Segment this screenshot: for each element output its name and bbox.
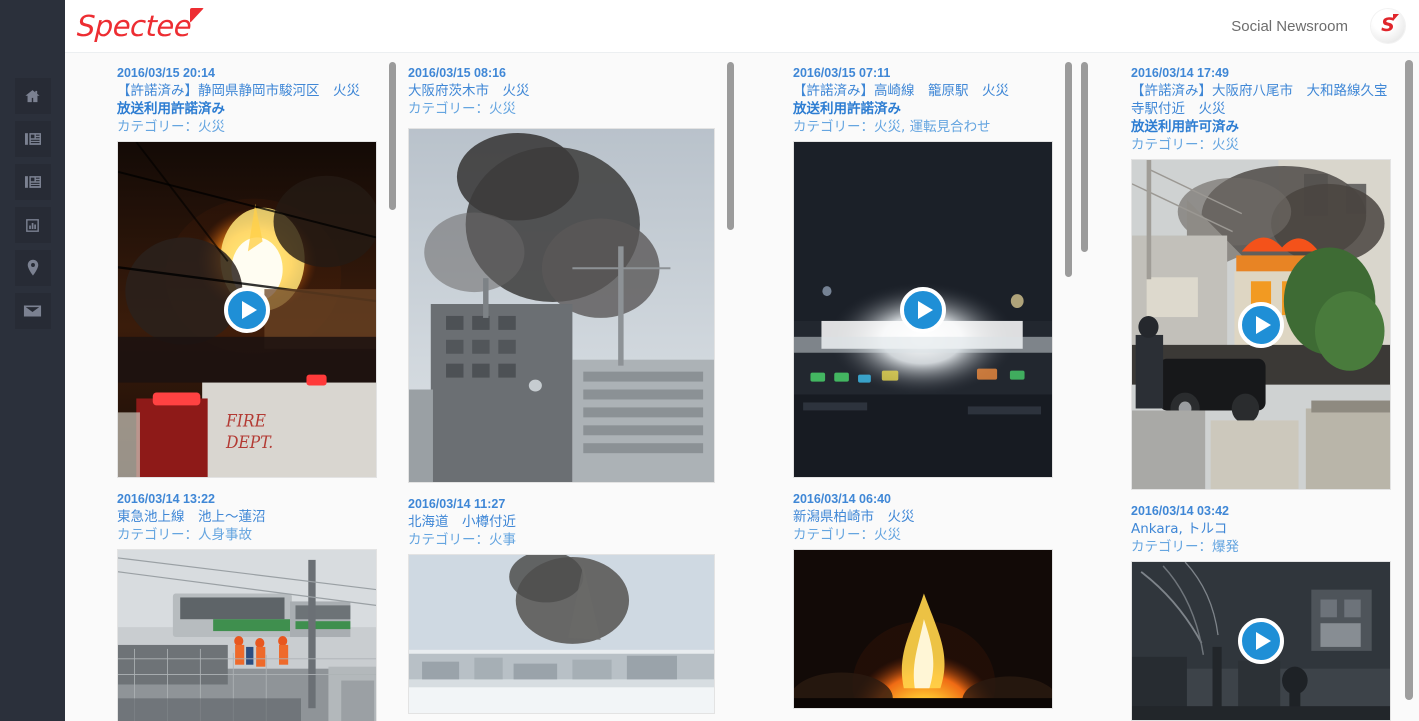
card-media[interactable] xyxy=(1131,159,1391,490)
card-media[interactable] xyxy=(117,549,377,721)
app-root: Spectee Social Newsroom S 2016/03/15 20:… xyxy=(0,0,1419,721)
brand-logo[interactable]: Spectee xyxy=(76,6,205,46)
card-title: 【許諾済み】大阪府八尾市 大和路線久宝寺駅付近 火災 xyxy=(1131,83,1388,117)
card-category: カテゴリー：火災 xyxy=(408,101,516,117)
home-icon xyxy=(25,89,40,102)
card-title: 【許諾済み】高崎線 籠原駅 火災 xyxy=(793,83,1009,99)
card-media[interactable] xyxy=(793,141,1053,478)
feed-card[interactable]: 2016/03/15 20:14 【許諾済み】静岡県静岡市駿河区 火災 放送利用… xyxy=(65,60,403,480)
card-badge: 放送利用許諾済み xyxy=(793,101,901,117)
svg-text:DEPT.: DEPT. xyxy=(225,433,273,453)
play-button[interactable] xyxy=(1238,301,1284,348)
avatar[interactable]: S xyxy=(1371,9,1405,43)
card-photo xyxy=(794,550,1052,708)
app-header: Spectee Social Newsroom S xyxy=(65,0,1419,53)
card-title: 北海道 小樽付近 xyxy=(408,514,516,530)
feed-column-1[interactable]: 2016/03/15 20:14 【許諾済み】静岡県静岡市駿河区 火災 放送利用… xyxy=(65,53,403,721)
card-title: 【許諾済み】静岡県静岡市駿河区 火災 xyxy=(117,83,360,99)
card-media[interactable] xyxy=(408,128,715,483)
card-category: カテゴリー：火災 xyxy=(793,527,901,543)
card-media[interactable] xyxy=(1131,561,1391,721)
card-timestamp: 2016/03/15 07:11 xyxy=(793,66,891,80)
map-pin-icon xyxy=(27,259,38,276)
column-scrollbar[interactable] xyxy=(1081,62,1088,252)
sidebar-item-analytics[interactable] xyxy=(14,207,51,243)
card-media[interactable]: FIRE DEPT. xyxy=(117,141,377,478)
sidebar-item-mail[interactable] xyxy=(14,293,51,329)
avatar-swoosh-icon xyxy=(1393,14,1399,21)
card-category: カテゴリー：火災 xyxy=(117,119,225,135)
card-media[interactable] xyxy=(408,554,715,714)
news-feed-icon xyxy=(24,133,41,145)
feed-column-3[interactable]: 2016/03/15 07:11 【許諾済み】高崎線 籠原駅 火災 放送利用許諾… xyxy=(741,53,1079,721)
card-badge: 放送利用許可済み xyxy=(1131,119,1239,135)
card-category: カテゴリー：火事 xyxy=(408,532,516,548)
mail-envelope-icon xyxy=(23,305,42,317)
svg-text:FIRE: FIRE xyxy=(225,411,266,431)
sidebar xyxy=(0,0,65,721)
card-photo xyxy=(409,555,714,713)
column-scrollbar[interactable] xyxy=(727,62,734,230)
card-title: 東急池上線 池上〜蓮沼 xyxy=(117,509,266,525)
page-scrollbar[interactable] xyxy=(1405,60,1413,700)
card-media[interactable] xyxy=(793,549,1053,709)
column-scrollbar[interactable] xyxy=(1065,62,1072,277)
feed-card[interactable]: 2016/03/14 06:40 新潟県柏崎市 火災 カテゴリー：火災 xyxy=(741,486,1079,711)
page-title: Social Newsroom xyxy=(1231,17,1348,35)
play-button[interactable] xyxy=(900,286,946,333)
card-timestamp: 2016/03/15 20:14 xyxy=(117,66,216,80)
card-title: Ankara, トルコ xyxy=(1131,521,1228,537)
feed-card[interactable]: 2016/03/14 13:22 東急池上線 池上〜蓮沼 カテゴリー：人身事故 xyxy=(65,486,403,721)
column-scrollbar[interactable] xyxy=(389,62,396,210)
feed-card[interactable]: 2016/03/14 03:42 Ankara, トルコ カテゴリー：爆発 xyxy=(1079,498,1417,721)
columns-board[interactable]: 2016/03/15 20:14 【許諾済み】静岡県静岡市駿河区 火災 放送利用… xyxy=(65,53,1419,721)
sidebar-item-map[interactable] xyxy=(14,250,51,286)
card-category: カテゴリー：爆発 xyxy=(1131,539,1239,555)
feed-card[interactable]: 2016/03/15 08:16 大阪府茨木市 火災 カテゴリー：火災 xyxy=(403,60,741,485)
card-timestamp: 2016/03/14 13:22 xyxy=(117,492,216,506)
card-title: 新潟県柏崎市 火災 xyxy=(793,509,915,525)
feed-column-2[interactable]: 2016/03/15 08:16 大阪府茨木市 火災 カテゴリー：火災 2016… xyxy=(403,53,741,721)
card-category: カテゴリー：火災 xyxy=(1131,137,1239,153)
card-timestamp: 2016/03/14 17:49 xyxy=(1131,66,1230,80)
card-category: カテゴリー：火災, 運転見合わせ xyxy=(793,119,991,135)
header-right: Social Newsroom S xyxy=(1231,9,1419,43)
brand-swoosh-icon xyxy=(190,8,205,23)
feed-column-4[interactable]: 2016/03/14 17:49 【許諾済み】大阪府八尾市 大和路線久宝寺駅付近… xyxy=(1079,53,1417,721)
card-photo xyxy=(409,129,714,482)
feed-card[interactable]: 2016/03/15 07:11 【許諾済み】高崎線 籠原駅 火災 放送利用許諾… xyxy=(741,60,1079,480)
play-button[interactable] xyxy=(224,286,270,333)
card-title: 大阪府茨木市 火災 xyxy=(408,83,530,99)
card-category: カテゴリー：人身事故 xyxy=(117,527,252,543)
card-timestamp: 2016/03/14 03:42 xyxy=(1131,504,1230,518)
card-badge: 放送利用許諾済み xyxy=(117,101,225,117)
card-timestamp: 2016/03/15 08:16 xyxy=(408,66,507,80)
play-button[interactable] xyxy=(1238,618,1284,664)
main-area: Spectee Social Newsroom S 2016/03/15 20:… xyxy=(65,0,1419,721)
card-photo xyxy=(118,550,376,721)
card-timestamp: 2016/03/14 06:40 xyxy=(793,492,892,506)
sidebar-item-articles[interactable] xyxy=(14,164,51,200)
sidebar-item-home[interactable] xyxy=(14,78,51,114)
feed-card[interactable]: 2016/03/14 17:49 【許諾済み】大阪府八尾市 大和路線久宝寺駅付近… xyxy=(1079,60,1417,492)
card-timestamp: 2016/03/14 11:27 xyxy=(408,497,506,511)
sidebar-item-news-feed[interactable] xyxy=(14,121,51,157)
analytics-chart-icon xyxy=(26,218,39,232)
articles-icon xyxy=(24,176,41,188)
brand-wordmark: Spectee xyxy=(76,9,192,43)
feed-card[interactable]: 2016/03/14 11:27 北海道 小樽付近 カテゴリー：火事 xyxy=(403,491,741,716)
